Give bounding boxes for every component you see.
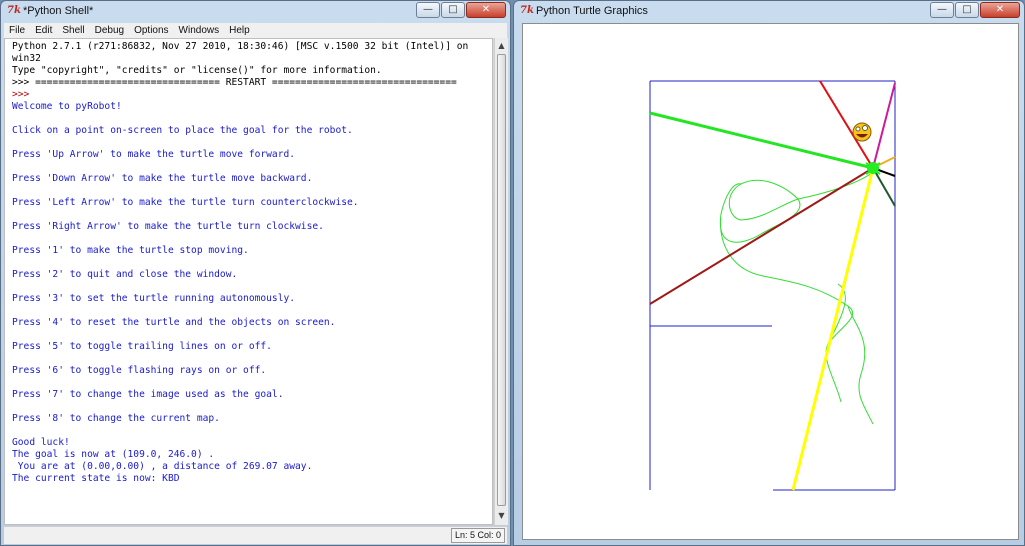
shell-line: The goal is now at (109.0, 246.0) . bbox=[12, 449, 215, 460]
shell-statusbar: Ln: 5 Col: 0 bbox=[4, 526, 507, 544]
robot-turtle-icon bbox=[865, 162, 881, 175]
scroll-up-arrow-icon[interactable]: ▲ bbox=[495, 39, 508, 53]
shell-title: *Python Shell* bbox=[23, 5, 94, 17]
shell-titlebar[interactable]: 7k *Python Shell* — □ ✕ bbox=[1, 1, 510, 23]
minimize-button[interactable]: — bbox=[930, 2, 954, 18]
scroll-down-arrow-icon[interactable]: ▼ bbox=[495, 509, 508, 523]
shell-line: Press '7' to change the image used as th… bbox=[12, 389, 284, 400]
menu-help[interactable]: Help bbox=[224, 25, 255, 36]
ray-darkred bbox=[649, 167, 874, 305]
shell-line: The current state is now: KBD bbox=[12, 473, 180, 484]
shell-line: Press 'Right Arrow' to make the turtle t… bbox=[12, 221, 324, 232]
minimize-button[interactable]: — bbox=[416, 2, 440, 18]
tk-feather-icon: 7k bbox=[7, 5, 21, 16]
maximize-button[interactable]: □ bbox=[955, 2, 979, 18]
shell-line: Welcome to pyRobot! bbox=[12, 101, 122, 112]
turtle-graphics-window: 7k Python Turtle Graphics — □ ✕ bbox=[513, 0, 1025, 546]
menu-debug[interactable]: Debug bbox=[90, 25, 129, 36]
shell-line: >>> ================================ RES… bbox=[12, 77, 457, 88]
smiley-goal-icon bbox=[852, 122, 872, 142]
shell-line: Press '5' to toggle trailing lines on or… bbox=[12, 341, 272, 352]
menu-shell[interactable]: Shell bbox=[57, 25, 89, 36]
turtle-titlebar[interactable]: 7k Python Turtle Graphics — □ ✕ bbox=[514, 1, 1024, 23]
shell-line: Press '6' to toggle flashing rays on or … bbox=[12, 365, 267, 376]
shell-menubar: File Edit Shell Debug Options Windows He… bbox=[4, 23, 507, 39]
close-button[interactable]: ✕ bbox=[980, 2, 1020, 18]
shell-scrollbar[interactable]: ▲ ▼ bbox=[494, 38, 508, 525]
close-button[interactable]: ✕ bbox=[466, 2, 506, 18]
shell-line: Click on a point on-screen to place the … bbox=[12, 125, 353, 136]
shell-line: Press '8' to change the current map. bbox=[12, 413, 220, 424]
scroll-thumb[interactable] bbox=[497, 54, 506, 506]
ray-magenta bbox=[872, 82, 896, 169]
shell-output-area[interactable]: Python 2.7.1 (r271:86832, Nov 27 2010, 1… bbox=[4, 38, 493, 525]
robot-trail bbox=[719, 171, 874, 425]
ray-darkgreen bbox=[872, 167, 896, 207]
ray-green bbox=[649, 111, 874, 170]
shell-line: Press '2' to quit and close the window. bbox=[12, 269, 238, 280]
shell-line: Press '1' to make the turtle stop moving… bbox=[12, 245, 249, 256]
turtle-drawing[interactable] bbox=[523, 24, 1018, 539]
shell-line: You are at (0.00,0.00) , a distance of 2… bbox=[12, 461, 313, 472]
shell-line: Press 'Up Arrow' to make the turtle move… bbox=[12, 149, 296, 160]
shell-line: win32 bbox=[12, 53, 41, 64]
turtle-canvas[interactable] bbox=[522, 23, 1019, 540]
menu-file[interactable]: File bbox=[4, 25, 30, 36]
menu-options[interactable]: Options bbox=[129, 25, 173, 36]
shell-line: Press '4' to reset the turtle and the ob… bbox=[12, 317, 336, 328]
shell-line: >>> bbox=[12, 89, 36, 100]
sensor-rays bbox=[649, 80, 896, 491]
python-shell-window: 7k *Python Shell* — □ ✕ File Edit Shell … bbox=[0, 0, 511, 546]
menu-windows[interactable]: Windows bbox=[174, 25, 225, 36]
maximize-button[interactable]: □ bbox=[441, 2, 465, 18]
shell-line: Python 2.7.1 (r271:86832, Nov 27 2010, 1… bbox=[12, 41, 469, 52]
ray-yellow bbox=[791, 167, 875, 491]
cursor-position: Ln: 5 Col: 0 bbox=[450, 528, 505, 543]
turtle-title: Python Turtle Graphics bbox=[536, 5, 648, 17]
shell-line: Press 'Left Arrow' to make the turtle tu… bbox=[12, 197, 359, 208]
shell-line: Press '3' to set the turtle running auto… bbox=[12, 293, 296, 304]
shell-line: Good luck! bbox=[12, 437, 70, 448]
tk-feather-icon: 7k bbox=[520, 5, 534, 16]
menu-edit[interactable]: Edit bbox=[30, 25, 57, 36]
shell-line: Press 'Down Arrow' to make the turtle mo… bbox=[12, 173, 313, 184]
shell-line: Type "copyright", "credits" or "license(… bbox=[12, 65, 382, 76]
